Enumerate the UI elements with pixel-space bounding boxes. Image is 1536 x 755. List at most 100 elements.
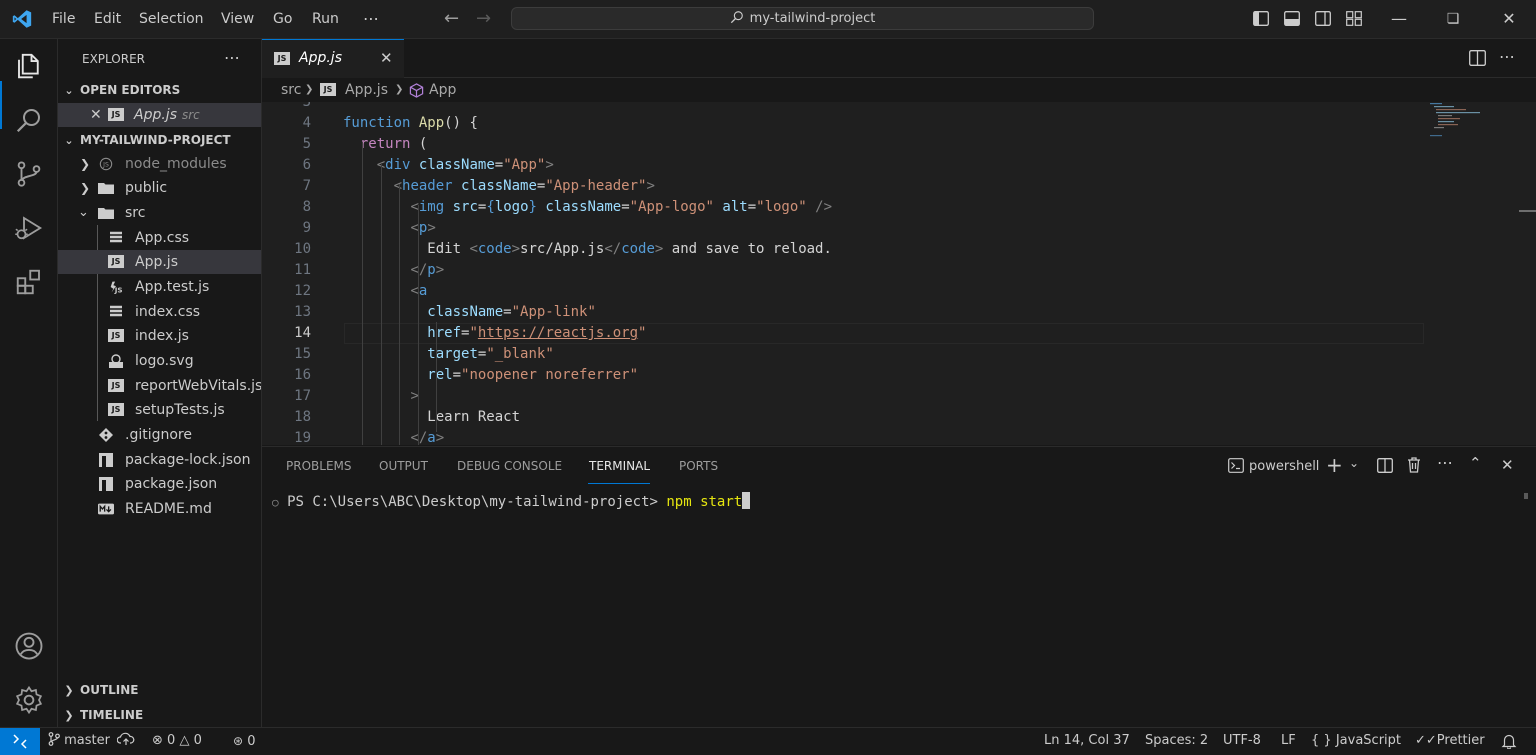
encoding[interactable]: UTF-8	[1223, 728, 1261, 755]
prettier-status[interactable]: ✓✓Prettier	[1415, 728, 1485, 755]
terminal-scrollbar[interactable]	[1524, 493, 1528, 499]
tree-item-src[interactable]: ⌄ src	[58, 201, 261, 225]
menu-selection[interactable]: Selection	[133, 0, 210, 38]
back-arrow-icon[interactable]: ←	[444, 8, 459, 29]
tab-problems[interactable]: PROBLEMS	[286, 459, 352, 473]
code-line[interactable]: 5 return (	[262, 134, 1422, 155]
tree-item-logo-svg[interactable]: logo.svg	[58, 349, 261, 373]
code-line[interactable]: 9 <p>	[262, 218, 1422, 239]
explorer-files-icon[interactable]	[14, 51, 44, 81]
search-view-icon[interactable]	[14, 105, 44, 135]
breadcrumb-symbol[interactable]: App	[429, 78, 456, 102]
new-terminal-plus-icon[interactable]: +	[1326, 453, 1343, 477]
extensions-icon[interactable]	[14, 267, 44, 297]
code-line[interactable]: 7 <header className="App-header">	[262, 176, 1422, 197]
split-terminal-icon[interactable]	[1377, 458, 1393, 473]
trash-icon[interactable]	[1407, 457, 1421, 473]
minimize-window-icon[interactable]: —	[1376, 0, 1422, 38]
restore-window-icon[interactable]: ❏	[1430, 0, 1476, 38]
terminal-command: npm start	[666, 494, 743, 510]
code-editor[interactable]: 34function App() {5 return (6 <div class…	[262, 102, 1536, 445]
tab-debug-console[interactable]: DEBUG CONSOLE	[457, 459, 562, 473]
menu-run[interactable]: Run	[306, 0, 345, 38]
toggle-primary-sidebar-icon[interactable]	[1253, 11, 1269, 26]
problems-status[interactable]: ⊗ 0 △ 0	[152, 728, 202, 755]
timeline-header[interactable]: ❯ TIMELINE	[58, 704, 261, 726]
remote-indicator[interactable]	[0, 728, 40, 755]
breadcrumb-file[interactable]: App.js	[345, 78, 388, 102]
tree-item-label: package.json	[125, 476, 218, 492]
panel-more-icon[interactable]: ⋯	[1437, 453, 1453, 472]
code-text: <div className="App">	[377, 157, 554, 173]
tree-item-setup-tests[interactable]: JS setupTests.js	[58, 398, 261, 422]
close-panel-icon[interactable]: ✕	[1501, 456, 1514, 474]
menu-more-icon[interactable]: ⋯	[357, 0, 385, 38]
forward-arrow-icon[interactable]: →	[476, 8, 491, 29]
customize-layout-icon[interactable]	[1346, 11, 1362, 26]
tree-item-report-web-vitals[interactable]: JS reportWebVitals.js	[58, 374, 261, 398]
toggle-panel-icon[interactable]	[1284, 11, 1300, 26]
tree-item-package-json[interactable]: package.json	[58, 472, 261, 496]
close-tab-icon[interactable]: ✕	[380, 49, 393, 67]
code-text: href="https://reactjs.org"	[427, 325, 647, 341]
editor-more-icon[interactable]: ⋯	[1499, 47, 1515, 66]
tab-app-js[interactable]: JS App.js ✕	[262, 39, 404, 78]
git-branch-status[interactable]: master	[48, 728, 135, 755]
tree-item-gitignore[interactable]: .gitignore	[58, 423, 261, 447]
terminal-output[interactable]: ○ PS C:\Users\ABC\Desktop\my-tailwind-pr…	[272, 492, 751, 510]
remote-icon	[13, 734, 27, 749]
tree-item-app-test-js[interactable]: JS App.test.js	[58, 275, 261, 299]
code-line[interactable]: 10 Edit <code>src/App.js</code> and save…	[262, 239, 1422, 260]
chevron-down-icon[interactable]: ⌄	[1349, 456, 1359, 470]
cursor-position[interactable]: Ln 14, Col 37	[1044, 728, 1130, 755]
open-editors-header[interactable]: ⌄ OPEN EDITORS	[58, 79, 261, 101]
line-number: 11	[294, 262, 311, 278]
ports-status[interactable]: ⊛ 0	[233, 728, 255, 755]
code-line[interactable]: 13 className="App-link"	[262, 302, 1422, 323]
maximize-panel-chevron-up-icon[interactable]: ⌃	[1469, 454, 1482, 472]
menu-view[interactable]: View	[215, 0, 260, 38]
split-editor-icon[interactable]	[1469, 50, 1486, 66]
breadcrumb-folder[interactable]: src	[281, 78, 301, 102]
run-debug-icon[interactable]	[14, 213, 44, 243]
menu-edit[interactable]: Edit	[88, 0, 127, 38]
close-editor-icon[interactable]: ✕	[90, 103, 102, 127]
tree-item-index-css[interactable]: index.css	[58, 300, 261, 324]
tree-item-node-modules[interactable]: ❯ JS node_modules	[58, 152, 261, 176]
minimap[interactable]	[1426, 102, 1516, 142]
open-editor-item[interactable]: ✕ JS App.js src	[58, 103, 261, 127]
source-control-icon[interactable]	[14, 159, 44, 189]
command-center-search[interactable]: my-tailwind-project	[511, 7, 1094, 30]
tree-item-public[interactable]: ❯ public	[58, 176, 261, 200]
tree-item-package-lock[interactable]: package-lock.json	[58, 448, 261, 472]
accounts-icon[interactable]	[14, 631, 44, 661]
chevron-down-icon: ⌄	[78, 205, 89, 220]
explorer-more-icon[interactable]: ⋯	[224, 48, 240, 67]
tab-terminal[interactable]: TERMINAL	[589, 459, 650, 473]
manage-gear-icon[interactable]	[14, 685, 44, 715]
code-line[interactable]: 12 <a	[262, 281, 1422, 302]
code-line[interactable]: 8 <img src={logo} className="App-logo" a…	[262, 197, 1422, 218]
terminal-shell-selector[interactable]: powershell	[1228, 456, 1319, 478]
code-line[interactable]: 3	[262, 102, 1422, 113]
indentation[interactable]: Spaces: 2	[1145, 728, 1208, 755]
notifications-bell-icon[interactable]	[1501, 733, 1517, 749]
tree-item-index-js[interactable]: JS index.js	[58, 324, 261, 348]
tree-item-app-js[interactable]: JS App.js	[58, 250, 261, 274]
code-line[interactable]: 4 function App() {	[262, 113, 1422, 134]
tab-output[interactable]: OUTPUT	[379, 459, 428, 473]
tab-ports[interactable]: PORTS	[679, 459, 718, 473]
code-line[interactable]: 6 <div className="App">	[262, 155, 1422, 176]
project-header[interactable]: ⌄ MY-TAILWIND-PROJECT	[58, 129, 261, 151]
code-line[interactable]: 11 </p>	[262, 260, 1422, 281]
vscode-logo-icon[interactable]	[11, 9, 33, 29]
line-ending[interactable]: LF	[1281, 728, 1296, 755]
tree-item-app-css[interactable]: App.css	[58, 226, 261, 250]
menu-file[interactable]: File	[46, 0, 81, 38]
menu-go[interactable]: Go	[267, 0, 298, 38]
language-mode[interactable]: { } JavaScript	[1311, 728, 1401, 755]
tree-item-readme[interactable]: README.md	[58, 497, 261, 521]
toggle-secondary-sidebar-icon[interactable]	[1315, 11, 1331, 26]
outline-header[interactable]: ❯ OUTLINE	[58, 679, 261, 701]
close-window-icon[interactable]: ✕	[1486, 0, 1532, 38]
